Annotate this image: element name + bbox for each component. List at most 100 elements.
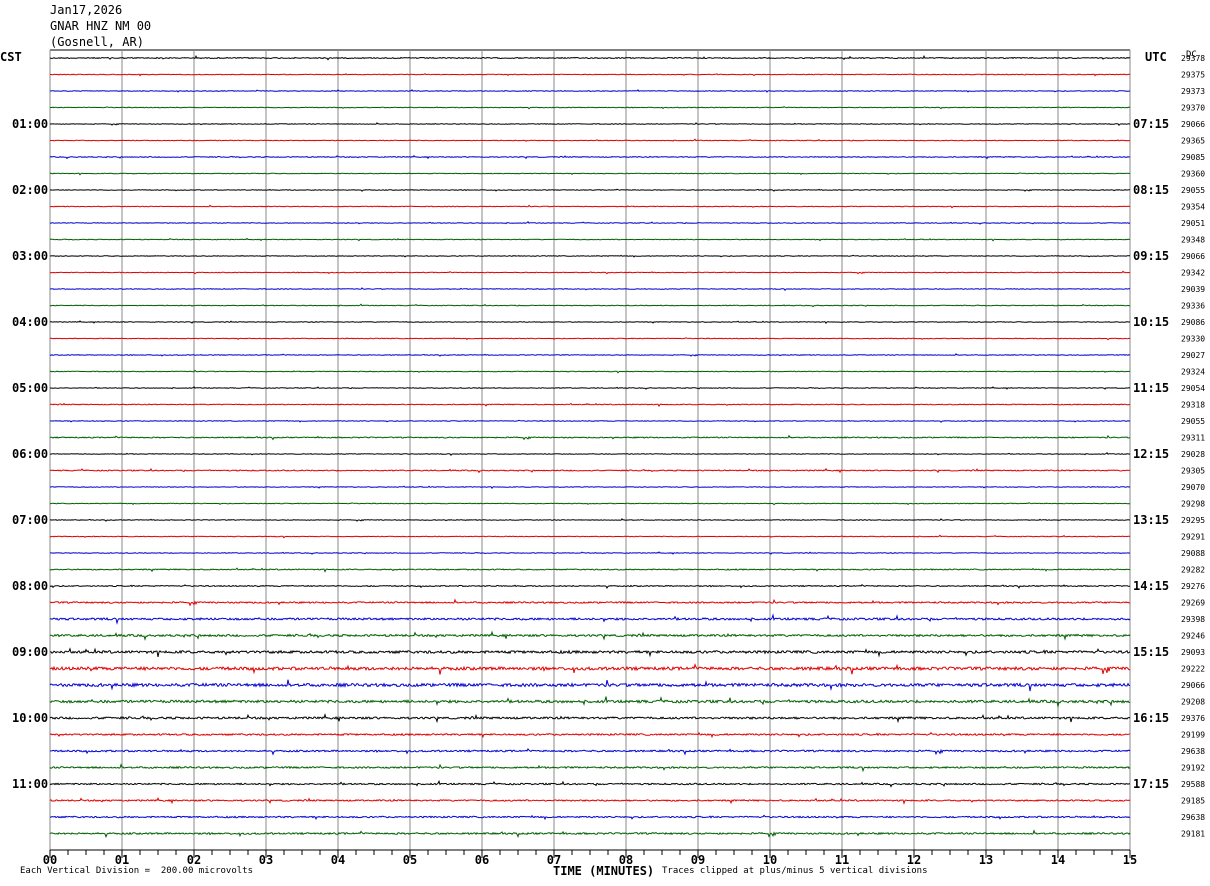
right-time-label: 09:15 [1133, 249, 1169, 263]
trace-line [49, 55, 1131, 61]
dc-offset-label: 29054 [1181, 384, 1205, 393]
right-time-label: 11:15 [1133, 381, 1169, 395]
right-time-label: 10:15 [1133, 315, 1169, 329]
trace-line [50, 89, 1131, 93]
dc-offset-label: 29066 [1181, 681, 1205, 690]
trace-line [49, 551, 1131, 555]
trace-line [49, 204, 1131, 209]
seismogram-chart: 29378 29375 29373 29370 29066 29365 29085 29360… [12, 49, 1205, 867]
x-axis-title: TIME (MINUTES) [553, 864, 655, 878]
dc-offset-label: 29324 [1181, 368, 1205, 377]
right-time-label: 08:15 [1133, 183, 1169, 197]
x-tick-label: 04 [331, 853, 345, 867]
trace-line [50, 106, 1131, 110]
dc-offset-label: 29376 [1181, 714, 1205, 723]
trace-line [49, 647, 1131, 658]
dc-offset-label: 29360 [1181, 170, 1205, 179]
trace-line [49, 796, 1131, 805]
right-time-label: 17:15 [1133, 777, 1169, 791]
scale-note: Each Vertical Division = 200.00 microvol… [20, 866, 253, 876]
dc-offset-label: 29378 [1181, 54, 1205, 63]
trace-line [49, 731, 1131, 739]
trace-line [49, 583, 1131, 589]
dc-offset-label: 29027 [1181, 351, 1205, 360]
dc-offset-label: 29093 [1181, 648, 1205, 657]
dc-offset-label: 29269 [1181, 599, 1205, 608]
left-time-label: 10:00 [12, 711, 48, 725]
dc-offset-label: 29208 [1181, 698, 1205, 707]
trace-line [49, 613, 1131, 625]
x-tick-label: 02 [187, 853, 201, 867]
dc-offset-label: 29305 [1181, 467, 1205, 476]
dc-offset-label: 29192 [1181, 764, 1205, 773]
x-tick-label: 11 [835, 853, 849, 867]
dc-offset-label: 29222 [1181, 665, 1205, 674]
dc-offset-label: 29051 [1181, 219, 1205, 228]
dc-offset-label: 29070 [1181, 483, 1205, 492]
dc-offset-label: 29638 [1181, 747, 1205, 756]
x-tick-label: 12 [907, 853, 921, 867]
trace-line [49, 188, 1131, 192]
dc-offset-label: 29066 [1181, 120, 1205, 129]
right-time-label: 16:15 [1133, 711, 1169, 725]
dc-offset-label: 29342 [1181, 269, 1205, 278]
trace-line [49, 662, 1130, 675]
dc-offset-label: 29055 [1181, 186, 1205, 195]
dc-offset-label: 29365 [1181, 137, 1205, 146]
trace-line [49, 402, 1131, 408]
dc-offset-label: 29348 [1181, 236, 1205, 245]
trace-line [49, 763, 1131, 773]
x-tick-label: 09 [691, 853, 705, 867]
trace-line [49, 122, 1131, 126]
trace-line [49, 779, 1131, 788]
dc-offset-label: 29185 [1181, 797, 1205, 806]
right-time-label: 15:15 [1133, 645, 1169, 659]
dc-offset-label: 29088 [1181, 549, 1205, 558]
dc-offset-label: 29336 [1181, 302, 1205, 311]
trace-line [49, 679, 1131, 692]
trace-line [49, 303, 1131, 308]
trace-line [49, 353, 1131, 357]
trace-line [49, 814, 1131, 821]
left-time-label: 07:00 [12, 513, 48, 527]
trace-line [49, 320, 1131, 325]
trace-line [49, 154, 1131, 160]
dc-offset-label: 29066 [1181, 252, 1205, 261]
dc-offset-label: 29354 [1181, 203, 1205, 212]
trace-line [50, 419, 1131, 423]
trace-line [49, 630, 1131, 641]
right-time-label: 12:15 [1133, 447, 1169, 461]
clip-note: Traces clipped at plus/minus 5 vertical … [662, 866, 928, 876]
trace-line [49, 598, 1131, 607]
dc-offset-label: 29295 [1181, 516, 1205, 525]
trace-line [49, 747, 1131, 756]
dc-offset-label: 29039 [1181, 285, 1205, 294]
trace-line [50, 138, 1131, 142]
dc-offset-label: 29291 [1181, 533, 1205, 542]
trace-line [49, 696, 1131, 709]
left-time-label: 05:00 [12, 381, 48, 395]
x-tick-label: 10 [763, 853, 777, 867]
dc-offset-label: 29373 [1181, 87, 1205, 96]
dc-offset-label: 29199 [1181, 731, 1205, 740]
left-time-label: 03:00 [12, 249, 48, 263]
dc-offset-label: 29028 [1181, 450, 1205, 459]
dc-offset-label: 29370 [1181, 104, 1205, 113]
dc-offset-label: 29588 [1181, 780, 1205, 789]
trace-line [49, 518, 1131, 522]
trace-line [49, 567, 1131, 573]
left-time-label: 08:00 [12, 579, 48, 593]
dc-offset-label: 29298 [1181, 500, 1205, 509]
right-time-label: 07:15 [1133, 117, 1169, 131]
left-time-label: 01:00 [12, 117, 48, 131]
x-tick-label: 14 [1051, 853, 1065, 867]
x-tick-label: 00 [43, 853, 57, 867]
dc-offset-label: 29375 [1181, 71, 1205, 80]
dc-offset-label: 29181 [1181, 830, 1205, 839]
x-tick-label: 03 [259, 853, 273, 867]
right-time-label: 14:15 [1133, 579, 1169, 593]
dc-offset-label: 29055 [1181, 417, 1205, 426]
right-time-label: 13:15 [1133, 513, 1169, 527]
x-tick-label: 15 [1123, 853, 1137, 867]
dc-offset-label: 29318 [1181, 401, 1205, 410]
